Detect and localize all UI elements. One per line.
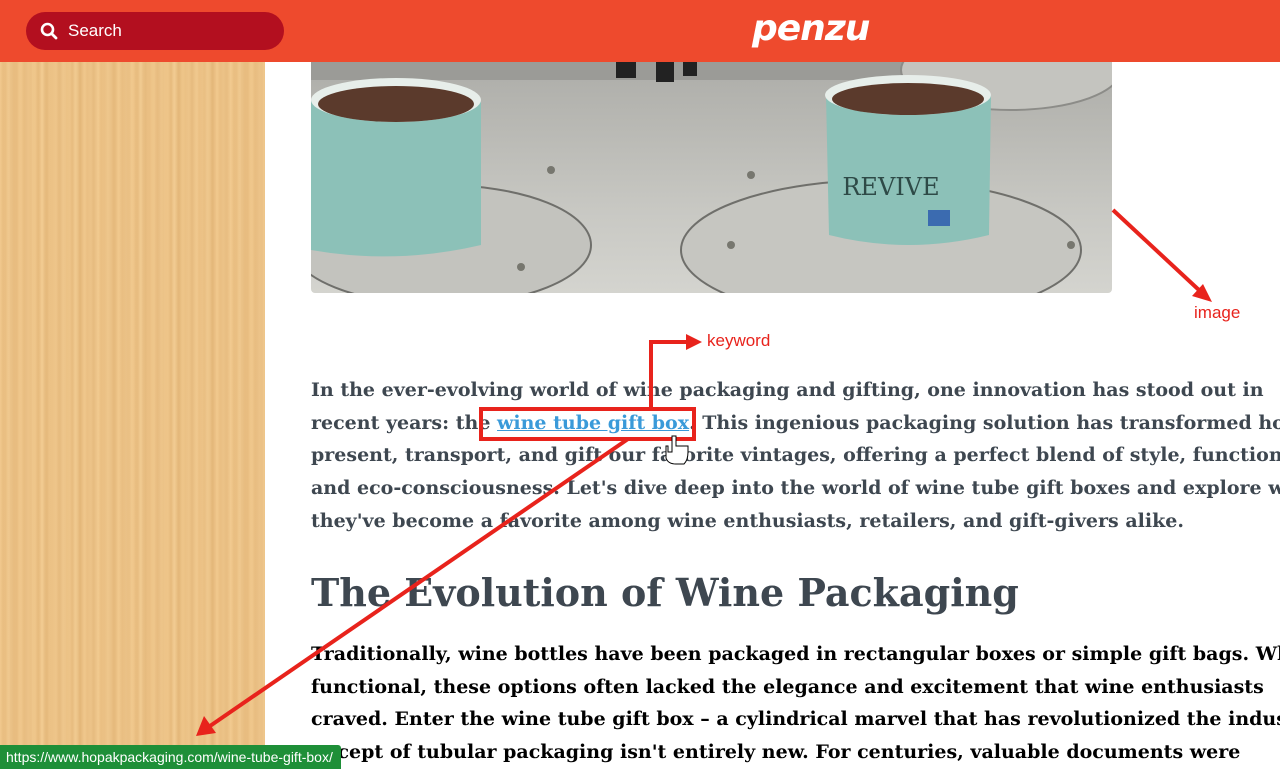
para2-line-4: oncept of tubular packaging isn't entire… bbox=[311, 741, 1241, 764]
intro-line-2-after: . This ingenious packaging solution has … bbox=[689, 411, 1280, 434]
keyword-annotation-label: keyword bbox=[707, 331, 771, 350]
intro-paragraph: In the ever-evolving world of wine packa… bbox=[311, 374, 1280, 538]
image-arrowhead bbox=[1192, 284, 1212, 302]
intro-line-1: In the ever-evolving world of wine packa… bbox=[311, 379, 1264, 401]
image-arrow bbox=[1111, 208, 1202, 293]
tube-label-text: REVIVE bbox=[842, 173, 939, 201]
wood-background-panel bbox=[0, 62, 265, 769]
keyword-link[interactable]: wine tube gift box bbox=[497, 412, 689, 434]
intro-line-3: present, transport, and gift our favorit… bbox=[311, 444, 1280, 467]
top-bar: Search penzu bbox=[0, 0, 1280, 62]
para2-line-2: functional, these options often lacked t… bbox=[311, 675, 1264, 698]
intro-line-2-before: recent years: the bbox=[311, 411, 498, 434]
intro-line-5: they've become a favorite among wine ent… bbox=[311, 509, 1184, 532]
intro-line-2: recent years: the wine tube gift box. Th… bbox=[311, 407, 1280, 440]
page-viewport: Search penzu REVIVE keyword image In the… bbox=[0, 0, 1280, 769]
link-url-status-bar: https://www.hopakpackaging.com/wine-tube… bbox=[0, 745, 341, 769]
para2-line-1: Traditionally, wine bottles have been pa… bbox=[311, 643, 1280, 665]
search-input[interactable]: Search bbox=[26, 12, 284, 50]
intro-line-4: and eco-consciousness. Let's dive deep i… bbox=[311, 477, 1280, 500]
search-icon bbox=[40, 22, 58, 40]
article-image: REVIVE bbox=[311, 40, 1112, 293]
wine-tube-photo: REVIVE bbox=[311, 40, 1112, 293]
penzu-logo[interactable]: penzu bbox=[752, 8, 870, 49]
para2-line-3: craved. Enter the wine tube gift box – a… bbox=[311, 708, 1280, 731]
section-heading: The Evolution of Wine Packaging bbox=[311, 570, 1019, 615]
image-annotation-label: image bbox=[1194, 303, 1241, 322]
search-placeholder: Search bbox=[68, 21, 122, 40]
keyword-arrowhead bbox=[686, 334, 702, 350]
section-paragraph: Traditionally, wine bottles have been pa… bbox=[311, 638, 1280, 769]
article-body: In the ever-evolving world of wine packa… bbox=[311, 374, 1280, 538]
